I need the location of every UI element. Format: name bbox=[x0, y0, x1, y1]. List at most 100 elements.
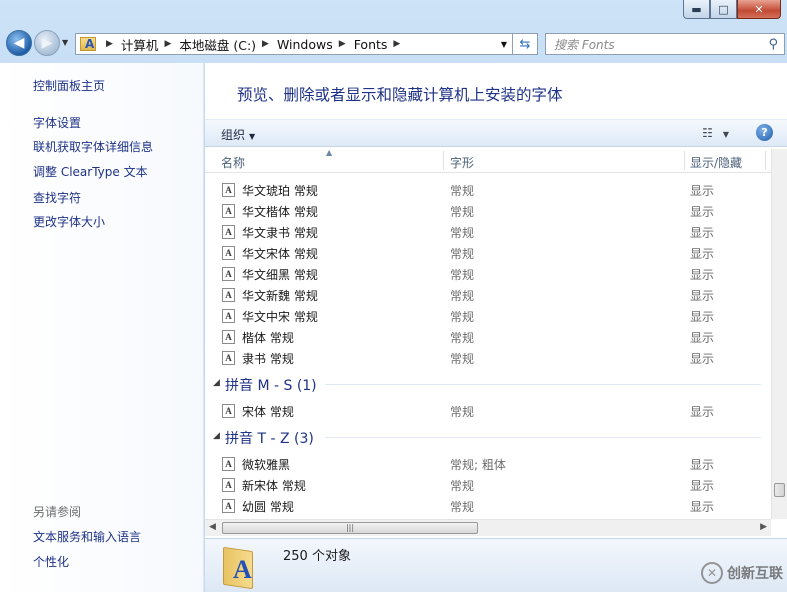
font-name: 华文琥珀 常规 bbox=[242, 184, 318, 198]
close-button[interactable]: ✕ bbox=[737, 0, 781, 19]
list-item[interactable]: A 微软雅黑 常规; 粗体 显示 bbox=[205, 453, 771, 474]
font-style: 常规 bbox=[450, 205, 475, 219]
column-divider[interactable] bbox=[765, 151, 766, 170]
font-style: 常规 bbox=[450, 268, 475, 282]
list-item[interactable]: A 华文新魏 常规 常规 显示 bbox=[205, 284, 771, 305]
font-name: 新宋体 常规 bbox=[242, 479, 306, 493]
forward-button[interactable]: ▶ bbox=[34, 30, 60, 56]
minimize-button[interactable]: ▬ bbox=[683, 0, 710, 19]
font-name: 幼圆 常规 bbox=[242, 500, 294, 514]
details-view-icon: ☷ bbox=[702, 126, 713, 140]
horizontal-scroll-thumb[interactable]: ||| bbox=[222, 522, 478, 534]
list-item[interactable]: A 华文中宋 常规 常规 显示 bbox=[205, 305, 771, 326]
list-item[interactable]: A 华文琥珀 常规 常规 显示 bbox=[205, 179, 771, 200]
column-divider[interactable] bbox=[443, 151, 444, 170]
list-item[interactable]: A 楷体 常规 常规 显示 bbox=[205, 326, 771, 347]
font-file-icon: A bbox=[222, 499, 235, 513]
explorer-window: ▬ □ ✕ ◀ ▶ ▼ ▶ 计算机 ▶ 本地磁盘 (C:) ▶ Windows … bbox=[0, 0, 787, 592]
personalization-link[interactable]: 个性化 bbox=[33, 553, 69, 570]
font-file-icon: A bbox=[222, 246, 235, 260]
chevron-right-icon[interactable]: ▶ bbox=[164, 39, 171, 49]
chevron-right-icon[interactable]: ▶ bbox=[393, 39, 400, 49]
list-item[interactable]: A 华文细黑 常规 常规 显示 bbox=[205, 263, 771, 284]
vertical-scrollbar[interactable] bbox=[771, 149, 787, 519]
group-header-t-z[interactable]: ◢ 拼音 T - Z (3) bbox=[205, 425, 771, 449]
collapse-triangle-icon[interactable]: ◢ bbox=[213, 378, 220, 388]
chevron-right-icon[interactable]: ▶ bbox=[106, 39, 113, 49]
back-button[interactable]: ◀ bbox=[6, 30, 32, 56]
column-divider[interactable] bbox=[684, 151, 685, 170]
font-settings-link[interactable]: 字体设置 bbox=[33, 114, 81, 131]
watermark-logo: ✕ 创新互联 bbox=[701, 562, 783, 584]
font-visibility: 显示 bbox=[690, 289, 715, 303]
search-icon[interactable]: ⚲ bbox=[768, 37, 778, 52]
change-view-button[interactable]: ☷ ▼ bbox=[702, 126, 729, 140]
fonts-folder-icon: A bbox=[223, 545, 261, 590]
refresh-button[interactable]: ⇆ bbox=[513, 33, 538, 55]
chevron-right-icon[interactable]: ▶ bbox=[262, 39, 269, 49]
navigation-bar: ◀ ▶ ▼ ▶ 计算机 ▶ 本地磁盘 (C:) ▶ Windows ▶ Font… bbox=[0, 28, 787, 60]
scroll-right-icon[interactable]: ▶ bbox=[760, 522, 767, 532]
font-visibility: 显示 bbox=[690, 405, 715, 419]
address-dropdown-icon[interactable]: ▼ bbox=[496, 40, 512, 49]
collapse-triangle-icon[interactable]: ◢ bbox=[213, 431, 220, 441]
search-placeholder: 搜索 Fonts bbox=[554, 37, 615, 52]
address-bar[interactable]: ▶ 计算机 ▶ 本地磁盘 (C:) ▶ Windows ▶ Fonts ▶ ▼ bbox=[75, 33, 513, 55]
window-controls: ▬ □ ✕ bbox=[683, 0, 781, 19]
details-pane: A 250 个对象 ✕ 创新互联 bbox=[205, 538, 787, 592]
page-title: 预览、删除或者显示和隐藏计算机上安装的字体 bbox=[237, 86, 563, 104]
font-file-icon: A bbox=[222, 288, 235, 302]
chevron-right-icon[interactable]: ▶ bbox=[339, 39, 346, 49]
font-style: 常规 bbox=[450, 405, 475, 419]
font-visibility: 显示 bbox=[690, 331, 715, 345]
breadcrumb-local-disk[interactable]: 本地磁盘 (C:) bbox=[179, 35, 256, 54]
see-also-heading: 另请参阅 bbox=[33, 505, 82, 519]
list-item[interactable]: A 华文隶书 常规 常规 显示 bbox=[205, 221, 771, 242]
text-services-link[interactable]: 文本服务和输入语言 bbox=[33, 528, 141, 545]
font-visibility: 显示 bbox=[690, 184, 715, 198]
breadcrumb-computer[interactable]: 计算机 bbox=[121, 35, 159, 54]
font-visibility: 显示 bbox=[690, 500, 715, 514]
list-item[interactable]: A 宋体 常规 常规 显示 bbox=[205, 400, 771, 421]
list-item[interactable]: A 新宋体 常规 常规 显示 bbox=[205, 474, 771, 495]
organize-button[interactable]: 组织 ▼ bbox=[221, 126, 255, 143]
font-style: 常规 bbox=[450, 352, 475, 366]
font-visibility: 显示 bbox=[690, 310, 715, 324]
search-input[interactable]: 搜索 Fonts ⚲ bbox=[545, 33, 785, 55]
find-character-link[interactable]: 查找字符 bbox=[33, 189, 81, 206]
font-name: 隶书 常规 bbox=[242, 352, 294, 366]
content-pane: 预览、删除或者显示和隐藏计算机上安装的字体 组织 ▼ ☷ ▼ ? ▲ 名称 字形 显… bbox=[205, 63, 787, 538]
chevron-down-icon: ▼ bbox=[249, 132, 256, 141]
column-show-hide[interactable]: 显示/隐藏 bbox=[690, 154, 742, 171]
scroll-left-icon[interactable]: ◀ bbox=[209, 522, 216, 532]
font-file-icon: A bbox=[222, 204, 235, 218]
font-file-icon: A bbox=[222, 309, 235, 323]
breadcrumb-windows[interactable]: Windows bbox=[277, 37, 333, 52]
control-panel-home-link[interactable]: 控制面板主页 bbox=[33, 77, 105, 94]
help-icon[interactable]: ? bbox=[756, 124, 773, 141]
vertical-scroll-thumb[interactable] bbox=[774, 483, 785, 497]
list-item[interactable]: A 华文楷体 常规 常规 显示 bbox=[205, 200, 771, 221]
list-item[interactable]: A 幼圆 常规 常规 显示 bbox=[205, 495, 771, 515]
font-visibility: 显示 bbox=[690, 352, 715, 366]
command-bar: 组织 ▼ ☷ ▼ ? bbox=[205, 119, 787, 147]
breadcrumb-fonts[interactable]: Fonts bbox=[354, 37, 388, 52]
horizontal-scrollbar[interactable]: ◀ ||| ▶ bbox=[205, 519, 771, 536]
list-item[interactable]: A 华文宋体 常规 常规 显示 bbox=[205, 242, 771, 263]
recent-pages-dropdown-icon[interactable]: ▼ bbox=[62, 38, 68, 47]
change-font-size-link[interactable]: 更改字体大小 bbox=[33, 213, 105, 230]
group-header-m-s[interactable]: ◢ 拼音 M - S (1) bbox=[205, 372, 771, 396]
font-name: 华文中宋 常规 bbox=[242, 310, 318, 324]
font-name: 宋体 常规 bbox=[242, 405, 294, 419]
sort-ascending-icon: ▲ bbox=[326, 148, 333, 157]
cleartype-link[interactable]: 调整 ClearType 文本 bbox=[33, 163, 148, 180]
group-divider bbox=[325, 384, 761, 385]
watermark-icon: ✕ bbox=[701, 562, 723, 584]
online-font-info-link[interactable]: 联机获取字体详细信息 bbox=[33, 138, 153, 155]
list-item[interactable]: A 隶书 常规 常规 显示 bbox=[205, 347, 771, 368]
column-name[interactable]: 名称 bbox=[221, 154, 245, 171]
maximize-button[interactable]: □ bbox=[710, 0, 737, 19]
font-style: 常规 bbox=[450, 479, 475, 493]
item-count: 250 个对象 bbox=[283, 549, 351, 564]
column-style[interactable]: 字形 bbox=[450, 154, 474, 171]
